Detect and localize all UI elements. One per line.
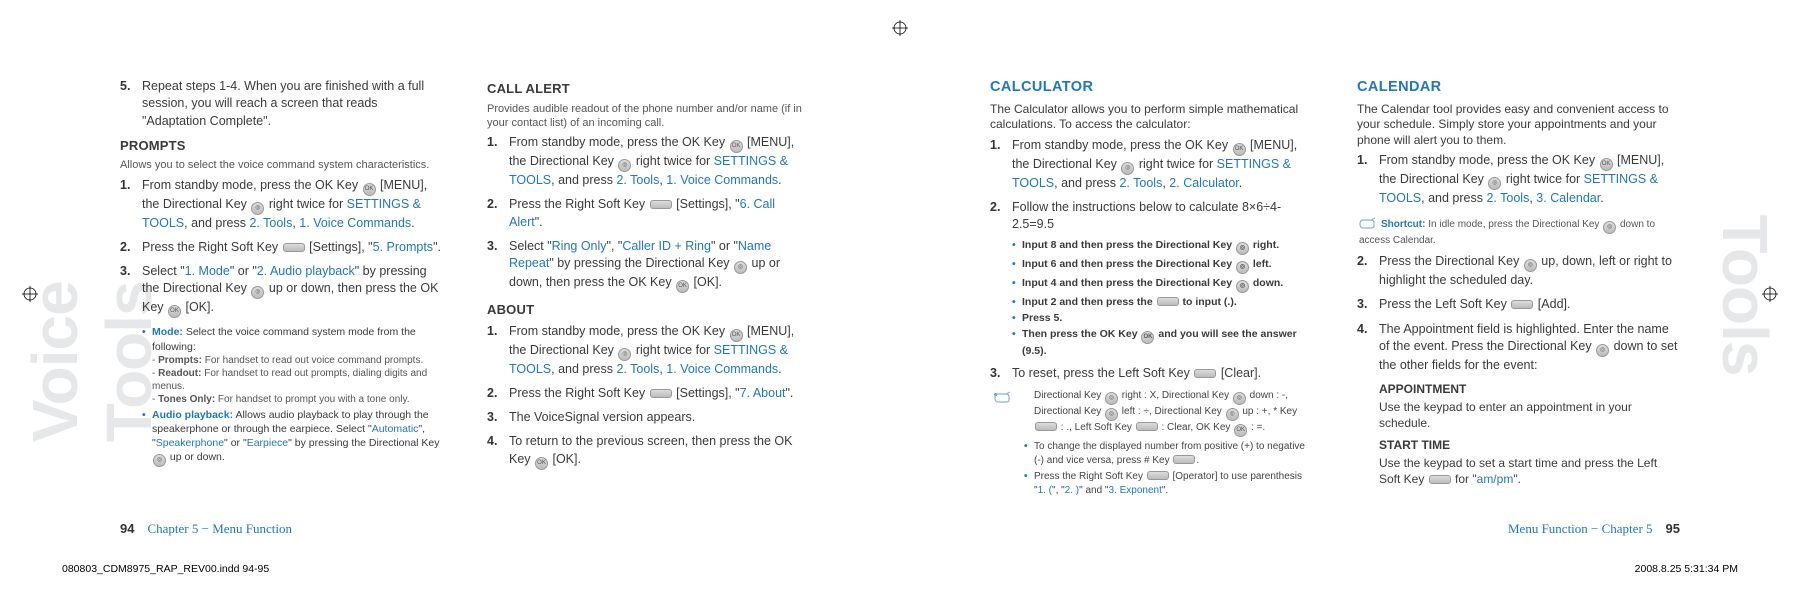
ok-key-icon: OK	[535, 457, 548, 470]
section-intro: The Calendar tool provides easy and conv…	[1357, 102, 1680, 149]
ok-key-icon: OK	[1233, 143, 1246, 156]
field-heading: APPOINTMENT	[1379, 381, 1680, 397]
bullet-item: Input 8 and then press the Directional K…	[1012, 238, 1313, 255]
directional-key-icon: ◎	[1524, 259, 1537, 272]
bullet-item: Input 4 and then press the Directional K…	[1012, 276, 1313, 293]
left-soft-key-icon	[1429, 475, 1451, 484]
directional-key-icon: ◎	[1488, 177, 1501, 190]
step-item: To reset, press the Left Soft Key [Clear…	[990, 365, 1313, 382]
bullet-item: Input 2 and then press the to input (.).	[1012, 295, 1313, 309]
directional-key-icon: ◎	[1236, 261, 1249, 274]
section-heading: CALENDAR	[1357, 78, 1680, 98]
indesign-footer: 080803_CDM8975_RAP_REV00.indd 94-95	[62, 563, 269, 575]
step-item: Select "1. Mode" or "2. Audio playback" …	[120, 263, 443, 318]
hand-point-icon	[1359, 215, 1377, 234]
directional-key-icon: ◎	[251, 286, 264, 299]
left-soft-key-icon	[1136, 422, 1158, 431]
section-heading: ABOUT	[487, 301, 810, 319]
right-soft-key-icon	[1147, 471, 1169, 480]
bullet-item: Press 5.	[1012, 311, 1313, 325]
directional-key-icon: ◎	[1121, 162, 1134, 175]
bullet-item: Then press the OK Key OK and you will se…	[1012, 327, 1313, 358]
step-item: To return to the previous screen, then p…	[487, 433, 810, 469]
ok-key-icon: OK	[363, 183, 376, 196]
directional-key-icon: ◎	[1233, 392, 1246, 405]
step-item: Press the Right Soft Key [Settings], "7.…	[487, 385, 810, 402]
step-item: Follow the instructions below to calcula…	[990, 199, 1313, 358]
page-footer: Menu Function − Chapter 5 95	[1508, 521, 1680, 537]
directional-key-icon: ◎	[251, 202, 264, 215]
tip-item: Directional Key ◎ right : X, Directional…	[994, 389, 1313, 437]
ok-key-icon: OK	[730, 140, 743, 153]
left-soft-key-icon	[1511, 300, 1533, 309]
step-item: Press the Right Soft Key [Settings], "5.…	[120, 239, 443, 256]
directional-key-icon: ◎	[734, 261, 747, 274]
directional-key-icon: ◎	[1236, 280, 1249, 293]
section-intro: Provides audible readout of the phone nu…	[487, 102, 810, 131]
ok-key-icon: OK	[1141, 331, 1154, 344]
directional-key-icon: ◎	[1236, 242, 1249, 255]
ok-key-icon: OK	[730, 329, 743, 342]
directional-key-icon: ◎	[618, 159, 631, 172]
bullet-item: Input 6 and then press the Directional K…	[1012, 257, 1313, 274]
column-2: CALENDAR The Calendar tool provides easy…	[1357, 78, 1680, 500]
tip-item: Press the Right Soft Key [Operator] to u…	[1024, 470, 1313, 497]
bullet-item: Mode: Select the voice command system mo…	[142, 325, 443, 405]
directional-key-icon: ◎	[153, 454, 166, 467]
step-item: From standby mode, press the OK Key OK […	[1357, 152, 1680, 207]
page-left: Repeat steps 1-4. When you are finished …	[0, 0, 900, 589]
column-1: Repeat steps 1-4. When you are finished …	[120, 78, 443, 477]
bullet-item: Audio playback: Allows audio playback to…	[142, 408, 443, 468]
directional-key-icon: ◎	[1226, 408, 1239, 421]
step-item: The Appointment field is highlighted. En…	[1357, 321, 1680, 375]
step-item: From standby mode, press the OK Key OK […	[487, 323, 810, 378]
hand-point-icon	[994, 389, 1012, 408]
hash-key-icon	[1173, 455, 1195, 464]
step-item: From standby mode, press the OK Key OK […	[120, 177, 443, 232]
step-item: From standby mode, press the OK Key OK […	[990, 137, 1313, 192]
directional-key-icon: ◎	[618, 348, 631, 361]
tip-item: To change the displayed number from posi…	[1024, 440, 1313, 467]
directional-key-icon: ◎	[1105, 408, 1118, 421]
section-heading: PROMPTS	[120, 137, 443, 155]
ok-key-icon: OK	[168, 305, 181, 318]
page-right: CALCULATOR The Calculator allows you to …	[900, 0, 1800, 589]
step-item: Press the Left Soft Key [Add].	[1357, 296, 1680, 313]
field-body: Use the keypad to set a start time and p…	[1379, 455, 1680, 487]
star-key-icon	[1035, 422, 1057, 431]
section-heading: CALCULATOR	[990, 78, 1313, 98]
step-item: From standby mode, press the OK Key OK […	[487, 134, 810, 189]
step-item: Repeat steps 1-4. When you are finished …	[120, 78, 443, 130]
right-soft-key-icon	[650, 389, 672, 398]
right-soft-key-icon	[650, 200, 672, 209]
field-heading: START TIME	[1379, 437, 1680, 453]
ok-key-icon: OK	[676, 280, 689, 293]
step-item: The VoiceSignal version appears.	[487, 409, 810, 426]
directional-key-icon: ◎	[1596, 344, 1609, 357]
ok-key-icon: OK	[1600, 158, 1613, 171]
section-intro: The Calculator allows you to perform sim…	[990, 102, 1313, 133]
right-soft-key-icon	[283, 243, 305, 252]
directional-key-icon: ◎	[1105, 392, 1118, 405]
indesign-timestamp: 2008.8.25 5:31:34 PM	[1635, 563, 1738, 575]
field-body: Use the keypad to enter an appointment i…	[1379, 399, 1680, 431]
column-2: CALL ALERT Provides audible readout of t…	[487, 78, 810, 477]
directional-key-icon: ◎	[1603, 221, 1616, 234]
step-item: Select "Ring Only", "Caller ID + Ring" o…	[487, 238, 810, 293]
column-1: CALCULATOR The Calculator allows you to …	[990, 78, 1313, 500]
left-soft-key-icon	[1194, 369, 1216, 378]
page-footer: 94 Chapter 5 − Menu Function	[120, 521, 292, 537]
ok-key-icon: OK	[1234, 424, 1247, 437]
section-heading: CALL ALERT	[487, 80, 810, 98]
shortcut-note: Shortcut: In idle mode, press the Direct…	[1357, 215, 1680, 248]
section-intro: Allows you to select the voice command s…	[120, 158, 443, 172]
star-key-icon	[1157, 297, 1179, 306]
step-item: Press the Right Soft Key [Settings], "6.…	[487, 196, 810, 231]
step-item: Press the Directional Key ◎ up, down, le…	[1357, 253, 1680, 289]
